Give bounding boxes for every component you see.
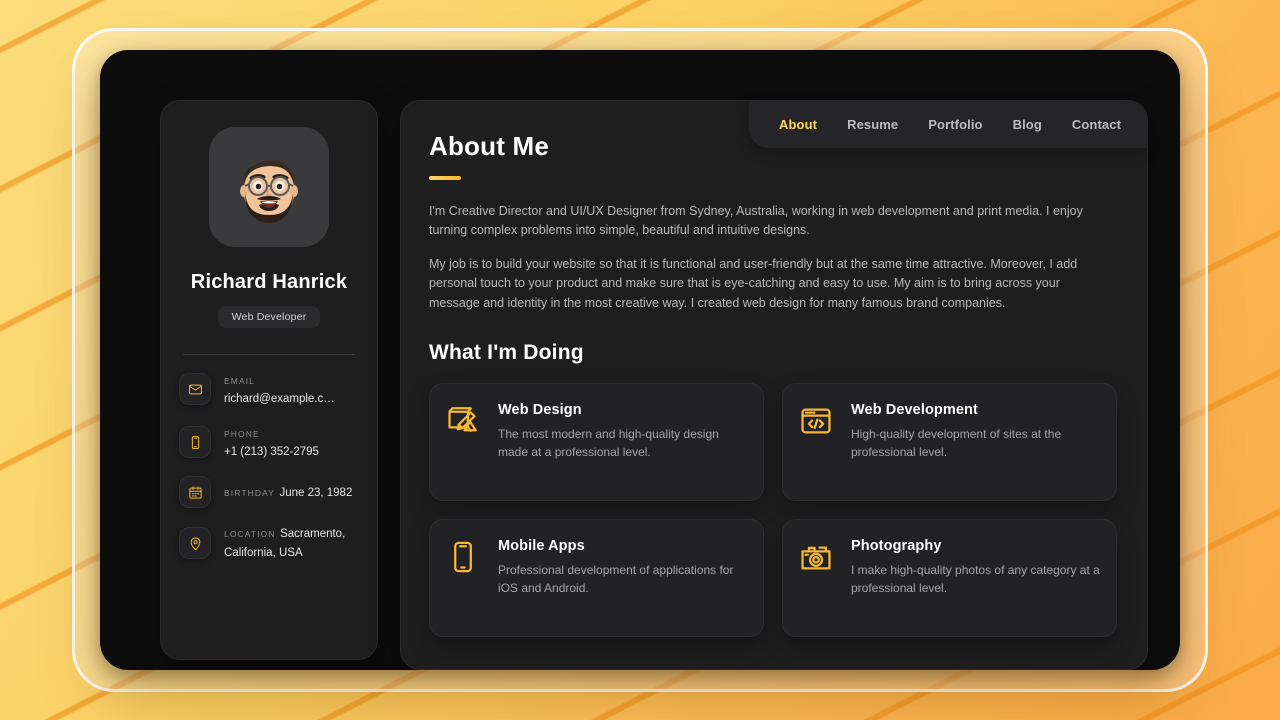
mail-icon-box [179, 373, 211, 406]
mobile-phone-icon-wrap [446, 538, 484, 616]
profile-name: Richard Hanrick [190, 271, 348, 293]
service-body: Web Development High-quality development… [851, 402, 1100, 480]
service-body: Photography I make high-quality photos o… [851, 538, 1100, 616]
section-title-what-im-doing: What I'm Doing [429, 340, 584, 364]
portfolio-page: Richard Hanrick Web Developer EMAIL rich… [100, 50, 1180, 670]
about-paragraph: My job is to build your website so that … [429, 256, 1078, 310]
service-card[interactable]: Web Design The most modern and high-qual… [429, 382, 764, 501]
contact-item[interactable]: LOCATION Sacramento, California, USA [179, 524, 359, 561]
calendar-icon-box [179, 476, 211, 509]
contact-text: LOCATION Sacramento, California, USA [224, 524, 359, 561]
location-icon [190, 536, 200, 550]
service-description: I make high-quality photos of any catego… [851, 562, 1100, 596]
contact-item[interactable]: EMAIL richard@example.c… [179, 371, 359, 408]
contact-text: BIRTHDAY June 23, 1982 [224, 483, 352, 502]
service-body: Mobile Apps Professional development of … [498, 538, 747, 616]
profile-sidebar: Richard Hanrick Web Developer EMAIL rich… [160, 100, 378, 660]
nav-link-portfolio[interactable]: Portfolio [928, 117, 982, 132]
service-card[interactable]: Photography I make high-quality photos o… [782, 518, 1117, 637]
avatar [209, 127, 329, 247]
phone-icon [191, 435, 199, 449]
contact-label: BIRTHDAY [224, 488, 275, 498]
service-card[interactable]: Mobile Apps Professional development of … [429, 518, 764, 637]
contact-value[interactable]: June 23, 1982 [279, 487, 352, 499]
about-text: I'm Creative Director and UI/UX Designer… [429, 202, 1117, 313]
camera-icon-wrap [799, 538, 837, 616]
code-window-icon [801, 408, 831, 434]
about-paragraph: I'm Creative Director and UI/UX Designer… [429, 204, 1083, 238]
mail-icon [188, 384, 202, 395]
camera-icon [801, 546, 831, 570]
code-window-icon-wrap [799, 402, 837, 480]
service-description: The most modern and high-quality design … [498, 426, 719, 460]
calendar-icon [188, 486, 202, 499]
contact-item[interactable]: PHONE +1 (213) 352-2795 [179, 424, 359, 461]
contact-label: PHONE [224, 428, 260, 439]
title-underline [429, 176, 461, 180]
service-description: High-quality development of sites at the… [851, 426, 1062, 460]
phone-icon-box [179, 426, 211, 458]
contact-text: EMAIL richard@example.c… [224, 371, 359, 408]
service-card-grid: Web Design The most modern and high-qual… [429, 382, 1117, 637]
mobile-phone-icon [454, 541, 472, 573]
service-title: Web Design [498, 401, 582, 418]
nav-link-resume[interactable]: Resume [847, 117, 898, 132]
main-navbar: About Resume Portfolio Blog Contact [749, 101, 1147, 148]
service-title: Web Development [851, 401, 978, 418]
service-body: Web Design The most modern and high-qual… [498, 402, 747, 480]
contact-label: EMAIL [224, 376, 256, 386]
nav-link-blog[interactable]: Blog [1013, 117, 1042, 132]
main-content-panel: About Resume Portfolio Blog Contact Abou… [400, 100, 1148, 670]
design-board-icon-wrap [446, 402, 484, 480]
sidebar-divider [183, 354, 355, 355]
memoji-avatar-icon [240, 160, 298, 223]
profile-title-badge: Web Developer [217, 306, 321, 328]
service-title: Photography [851, 537, 942, 554]
service-description: Professional development of applications… [498, 562, 734, 596]
contact-text: PHONE +1 (213) 352-2795 [224, 424, 359, 461]
service-card[interactable]: Web Development High-quality development… [782, 382, 1117, 501]
contact-list: EMAIL richard@example.c… PHONE +1 (213) … [179, 371, 359, 562]
design-board-icon [448, 406, 477, 432]
contact-value[interactable]: +1 (213) 352-2795 [224, 446, 319, 458]
nav-link-about[interactable]: About [779, 117, 817, 132]
location-icon-box [179, 527, 211, 560]
nav-link-contact[interactable]: Contact [1072, 117, 1121, 132]
about-article: About Me I'm Creative Director and UI/UX… [401, 101, 1147, 637]
device-frame: Richard Hanrick Web Developer EMAIL rich… [100, 50, 1180, 670]
contact-item[interactable]: BIRTHDAY June 23, 1982 [179, 476, 359, 509]
service-title: Mobile Apps [498, 537, 585, 554]
contact-label: LOCATION [224, 529, 276, 540]
contact-value[interactable]: richard@example.c… [224, 393, 335, 405]
